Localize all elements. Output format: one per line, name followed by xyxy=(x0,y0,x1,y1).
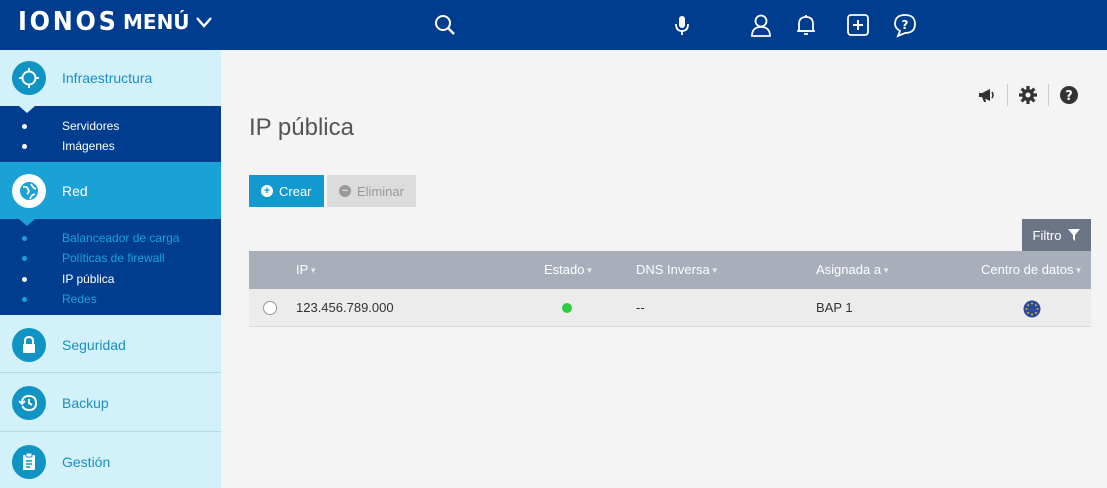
column-header-asignada[interactable]: Asignada a▼ xyxy=(816,251,890,289)
sidebar-section-label: Red xyxy=(62,182,88,199)
sidebar-item-redes[interactable]: Redes xyxy=(0,289,221,309)
delete-button[interactable]: − Eliminar xyxy=(327,175,416,207)
infrastructure-icon xyxy=(12,61,46,95)
gear-icon[interactable] xyxy=(1008,83,1048,107)
sidebar-section-label: Backup xyxy=(62,394,109,411)
sidebar-item-ip-publica[interactable]: IP pública xyxy=(0,269,221,289)
ionos-logo[interactable]: IONOS xyxy=(18,7,119,37)
clipboard-icon xyxy=(12,445,46,479)
sidebar-section-gestion[interactable]: Gestión xyxy=(0,433,221,488)
status-indicator xyxy=(562,303,572,313)
lock-icon xyxy=(12,327,46,362)
column-header-dns[interactable]: DNS Inversa▼ xyxy=(636,251,719,289)
clock-backup-icon xyxy=(12,385,46,420)
cell-dns: -- xyxy=(636,300,645,315)
chevron-down-icon xyxy=(195,17,212,28)
sort-caret-icon: ▼ xyxy=(585,265,594,275)
sort-caret-icon: ▼ xyxy=(309,265,318,275)
minus-circle-icon: − xyxy=(339,185,351,197)
microphone-icon[interactable] xyxy=(665,8,699,42)
sidebar-subitems-red: Balanceador de carga Políticas de firewa… xyxy=(0,219,221,315)
sidebar-section-label: Infraestructura xyxy=(62,70,153,86)
eu-flag-icon xyxy=(1023,300,1041,318)
svg-text:?: ? xyxy=(902,18,909,32)
page-title: IP pública xyxy=(249,114,354,141)
sidebar-section-label: Seguridad xyxy=(62,336,126,353)
column-header-estado[interactable]: Estado▼ xyxy=(544,251,593,289)
top-navigation-bar: IONOS MENÚ ? xyxy=(0,0,1107,50)
sort-caret-icon: ▼ xyxy=(1074,265,1083,275)
megaphone-icon[interactable] xyxy=(967,83,1007,107)
filter-label: Filtro xyxy=(1032,227,1062,243)
create-button-label: Crear xyxy=(279,183,312,199)
help-bubble-icon[interactable]: ? xyxy=(888,8,922,42)
menu-button[interactable]: MENÚ xyxy=(123,10,214,34)
filter-button[interactable]: Filtro xyxy=(1022,219,1091,251)
search-icon[interactable] xyxy=(428,8,462,42)
row-select-radio[interactable] xyxy=(263,301,277,315)
sidebar-section-infraestructura[interactable]: Infraestructura xyxy=(0,50,221,106)
plus-square-icon[interactable] xyxy=(841,8,875,42)
toolbar-icons: ? xyxy=(967,83,1089,107)
funnel-icon xyxy=(1068,229,1081,241)
sidebar-section-seguridad[interactable]: Seguridad xyxy=(0,317,221,373)
sidebar-item-firewall[interactable]: Políticas de firewall xyxy=(0,248,221,268)
sort-caret-icon: ▼ xyxy=(710,265,719,275)
help-circle-icon[interactable]: ? xyxy=(1049,83,1089,107)
user-icon[interactable] xyxy=(744,8,778,42)
sidebar-item-balanceador[interactable]: Balanceador de carga xyxy=(0,228,221,248)
sidebar-section-label: Gestión xyxy=(62,454,111,470)
sidebar-item-servidores[interactable]: Servidores xyxy=(0,116,221,136)
column-header-ip[interactable]: IP▼ xyxy=(296,251,317,289)
sort-caret-icon: ▼ xyxy=(882,265,890,275)
delete-button-label: Eliminar xyxy=(357,183,404,199)
create-button[interactable]: + Crear xyxy=(249,175,324,207)
sidebar-subitems-infraestructura: Servidores Imágenes xyxy=(0,106,221,162)
cell-ip: 123.456.789.000 xyxy=(296,300,394,315)
column-header-centro[interactable]: Centro de datos▼ xyxy=(981,251,1082,289)
bell-icon[interactable] xyxy=(789,8,823,42)
main-content: ? IP pública + Crear − Eliminar Filtro I… xyxy=(221,50,1107,488)
table-header: IP▼ Estado▼ DNS Inversa▼ Asignada a▼ Cen… xyxy=(249,251,1091,289)
network-globe-icon xyxy=(12,173,46,208)
table-row[interactable]: 123.456.789.000 -- BAP 1 xyxy=(249,289,1091,327)
cell-assigned: BAP 1 xyxy=(816,300,853,315)
sidebar: Infraestructura Servidores Imágenes Red … xyxy=(0,50,221,488)
menu-label: MENÚ xyxy=(123,10,190,34)
sidebar-item-imagenes[interactable]: Imágenes xyxy=(0,136,221,156)
sidebar-section-backup[interactable]: Backup xyxy=(0,374,221,432)
sidebar-section-red[interactable]: Red xyxy=(0,162,221,219)
svg-text:?: ? xyxy=(1065,89,1073,104)
ip-table: IP▼ Estado▼ DNS Inversa▼ Asignada a▼ Cen… xyxy=(249,251,1091,327)
plus-circle-icon: + xyxy=(261,185,273,197)
